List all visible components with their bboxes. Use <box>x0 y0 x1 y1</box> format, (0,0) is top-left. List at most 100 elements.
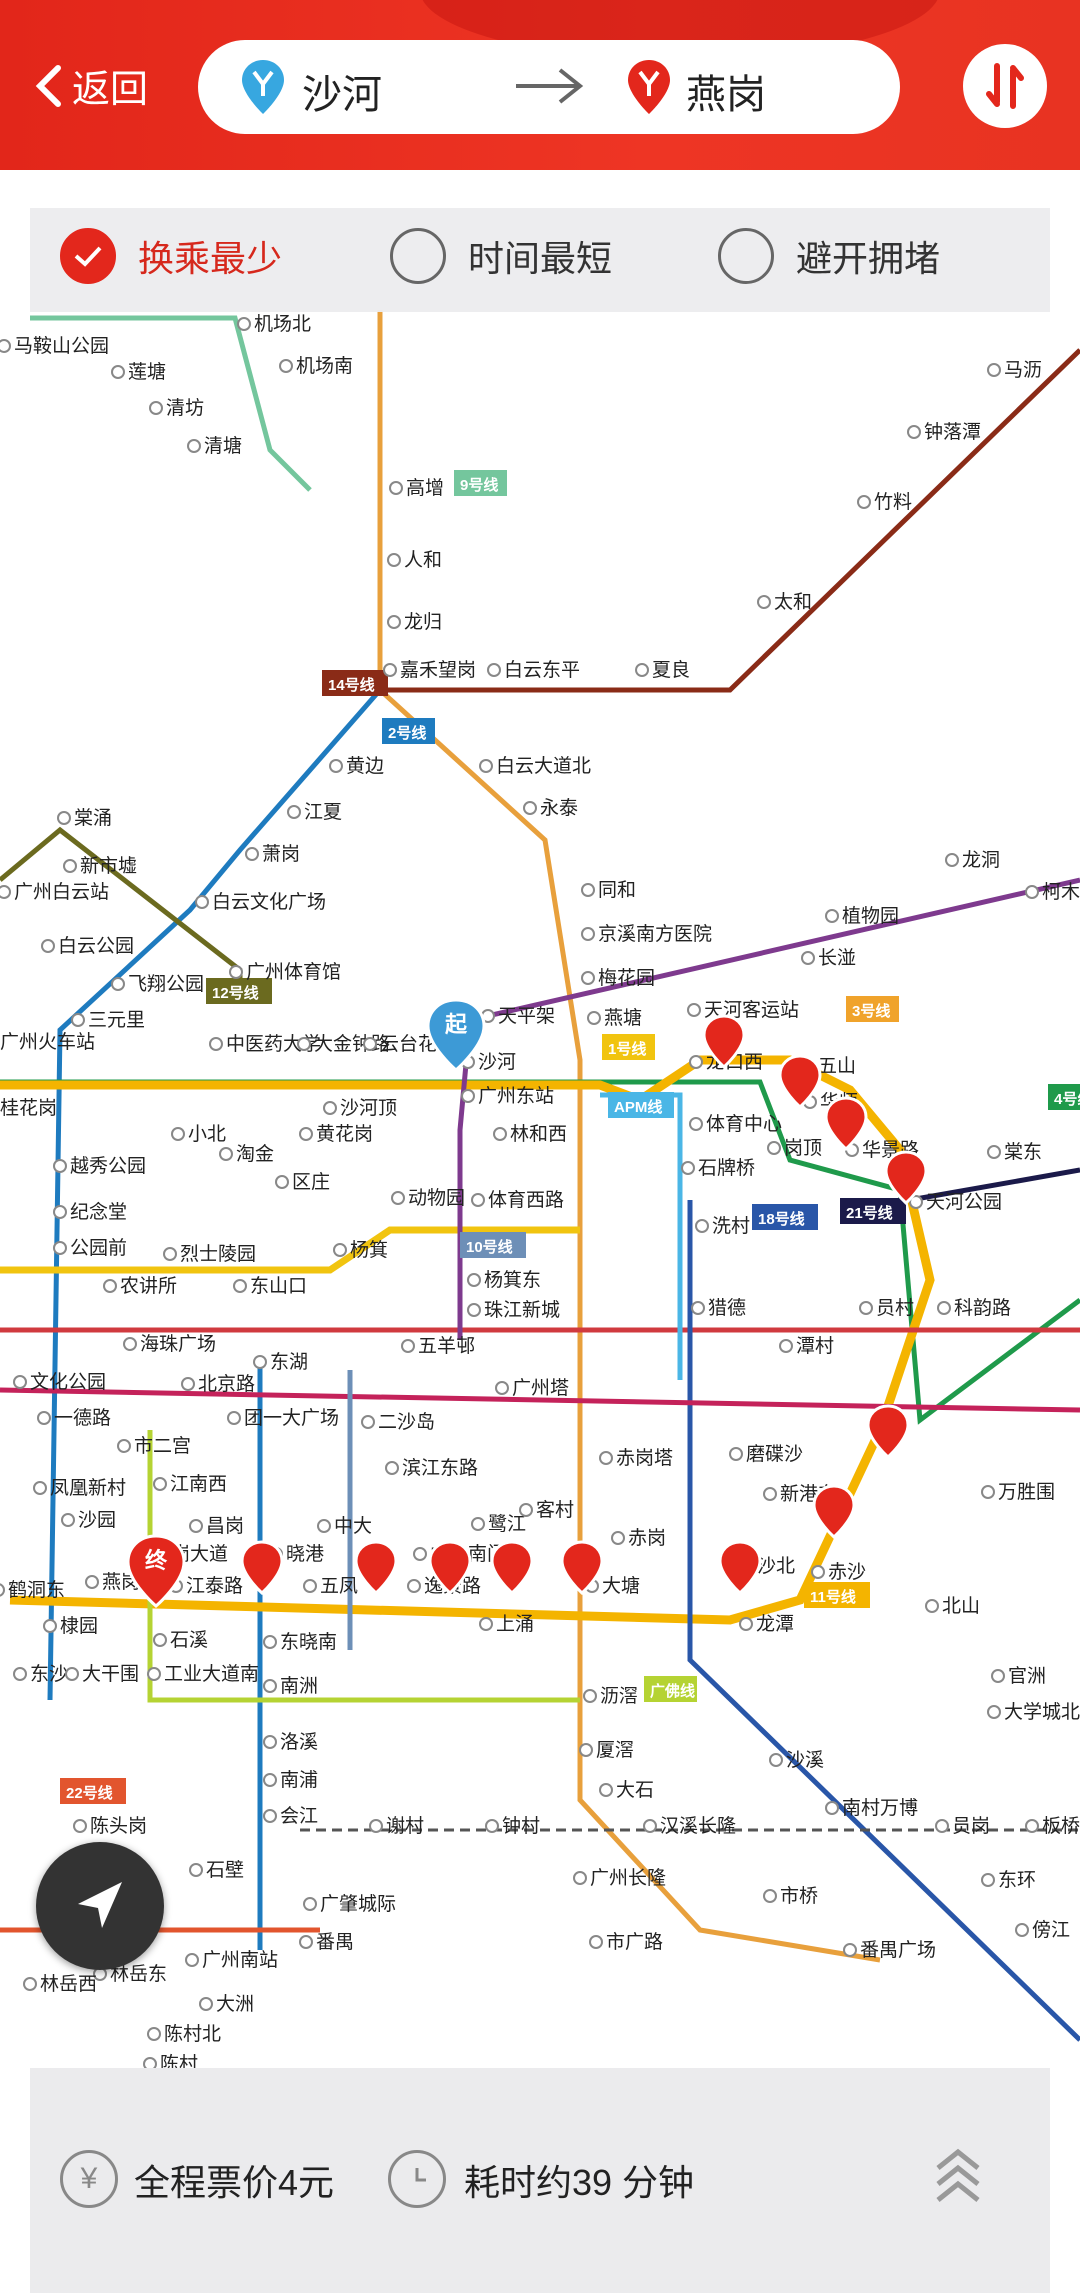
station-label[interactable]: 南村万博 <box>842 1797 918 1819</box>
route-stop-pin-icon[interactable] <box>240 1540 284 1596</box>
station-dot[interactable] <box>171 1127 185 1141</box>
station-dot[interactable] <box>987 363 1001 377</box>
station-label[interactable]: 同和 <box>598 879 636 901</box>
station-label[interactable]: 番禺 <box>316 1931 354 1953</box>
station-label[interactable]: 广肇城际 <box>320 1893 396 1915</box>
station-dot[interactable] <box>53 1159 67 1173</box>
station-dot[interactable] <box>189 1519 203 1533</box>
station-label[interactable]: 白云公园 <box>58 935 134 957</box>
station-label[interactable]: 鹤洞东 <box>8 1579 65 1601</box>
station-dot[interactable] <box>13 1375 27 1389</box>
station-dot[interactable] <box>147 1667 161 1681</box>
station-label[interactable]: 体育中心 <box>706 1113 782 1135</box>
station-dot[interactable] <box>779 1339 793 1353</box>
station-label[interactable]: 滨江东路 <box>402 1457 478 1479</box>
station-dot[interactable] <box>85 1575 99 1589</box>
station-label[interactable]: 五凤 <box>320 1576 358 1597</box>
station-label[interactable]: 大塘 <box>602 1575 640 1597</box>
station-dot[interactable] <box>275 1175 289 1189</box>
station-dot[interactable] <box>0 1583 5 1597</box>
station-dot[interactable] <box>689 1055 703 1069</box>
locate-button[interactable] <box>36 1842 164 1970</box>
station-label[interactable]: 南浦 <box>280 1769 318 1791</box>
station-label[interactable]: 黄花岗 <box>316 1123 373 1145</box>
station-dot[interactable] <box>43 1619 57 1633</box>
station-label[interactable]: 人和 <box>404 549 442 571</box>
station-label[interactable]: 二沙岛 <box>378 1411 435 1433</box>
station-label[interactable]: 文化公园 <box>30 1371 106 1393</box>
station-label[interactable]: 公园前 <box>70 1237 127 1259</box>
station-label[interactable]: 南洲 <box>280 1675 318 1697</box>
station-label[interactable]: 潭村 <box>796 1335 834 1357</box>
station-label[interactable]: 小北 <box>188 1123 226 1145</box>
station-label[interactable]: 钟落潭 <box>924 421 981 443</box>
station-dot[interactable] <box>687 1003 701 1017</box>
station-dot[interactable] <box>323 1101 337 1115</box>
station-dot[interactable] <box>945 853 959 867</box>
station-label[interactable]: 海珠广场 <box>140 1333 216 1355</box>
station-dot[interactable] <box>467 1273 481 1287</box>
station-dot[interactable] <box>691 1301 705 1315</box>
station-dot[interactable] <box>53 1241 67 1255</box>
station-dot[interactable] <box>581 971 595 985</box>
station-label[interactable]: 沙河顶 <box>340 1097 397 1119</box>
station-dot[interactable] <box>297 1037 311 1051</box>
station-dot[interactable] <box>859 1301 873 1315</box>
station-label[interactable]: 广州塔 <box>512 1377 569 1399</box>
station-label[interactable]: 昌岗 <box>206 1515 244 1537</box>
expand-button[interactable] <box>930 2146 986 2215</box>
station-label[interactable]: 磨碟沙 <box>746 1443 803 1465</box>
station-dot[interactable] <box>471 1193 485 1207</box>
station-dot[interactable] <box>599 1783 613 1797</box>
station-label[interactable]: 会江 <box>280 1805 318 1827</box>
station-dot[interactable] <box>1025 1819 1039 1833</box>
station-dot[interactable] <box>907 425 921 439</box>
station-label[interactable]: 员岗 <box>952 1815 990 1837</box>
station-dot[interactable] <box>581 883 595 897</box>
station-dot[interactable] <box>263 1735 277 1749</box>
station-dot[interactable] <box>611 1531 625 1545</box>
station-label[interactable]: 陈头岗 <box>90 1815 147 1837</box>
station-label[interactable]: 植物园 <box>842 905 899 927</box>
from-station[interactable]: 沙河 <box>302 62 382 120</box>
station-label[interactable]: 官洲 <box>1008 1665 1046 1687</box>
station-label[interactable]: 五山 <box>818 1055 856 1077</box>
station-label[interactable]: 柯木 <box>1042 881 1080 903</box>
option-shortest-time[interactable]: 时间最短 <box>390 228 612 284</box>
station-label[interactable]: 板桥 <box>1042 1815 1080 1837</box>
station-dot[interactable] <box>485 1819 499 1833</box>
station-dot[interactable] <box>981 1873 995 1887</box>
station-label[interactable]: 北山 <box>942 1595 980 1617</box>
station-dot[interactable] <box>0 885 11 899</box>
station-label[interactable]: 大洲 <box>216 1993 254 2015</box>
station-dot[interactable] <box>163 1247 177 1261</box>
station-dot[interactable] <box>1015 1923 1029 1937</box>
station-label[interactable]: 动物园 <box>408 1187 465 1209</box>
station-label[interactable]: 广州火车站 <box>0 1031 95 1053</box>
station-label[interactable]: 石壁 <box>206 1859 244 1881</box>
station-dot[interactable] <box>187 439 201 453</box>
station-label[interactable]: 鹭江 <box>488 1513 526 1535</box>
station-label[interactable]: 竹料 <box>874 491 912 513</box>
station-label[interactable]: 永泰 <box>540 797 578 819</box>
station-dot[interactable] <box>401 1339 415 1353</box>
station-dot[interactable] <box>387 553 401 567</box>
station-label[interactable]: 白云东平 <box>504 659 580 681</box>
station-dot[interactable] <box>599 1451 613 1465</box>
station-label[interactable]: 珠江新城 <box>484 1299 560 1321</box>
station-label[interactable]: 东环 <box>998 1869 1036 1891</box>
station-dot[interactable] <box>233 1279 247 1293</box>
station-label[interactable]: 赤岗塔 <box>616 1447 673 1469</box>
station-dot[interactable] <box>1025 885 1039 899</box>
station-label[interactable]: 太和 <box>774 591 812 613</box>
station-label[interactable]: 赤岗 <box>628 1527 666 1549</box>
station-label[interactable]: 洗村 <box>712 1215 750 1237</box>
station-dot[interactable] <box>757 595 771 609</box>
station-label[interactable]: 沙河 <box>478 1051 516 1073</box>
station-dot[interactable] <box>111 977 125 991</box>
station-label[interactable]: 长湴 <box>818 947 856 969</box>
station-label[interactable]: 江南西 <box>170 1473 227 1495</box>
station-dot[interactable] <box>63 859 77 873</box>
station-dot[interactable] <box>111 365 125 379</box>
station-dot[interactable] <box>287 805 301 819</box>
